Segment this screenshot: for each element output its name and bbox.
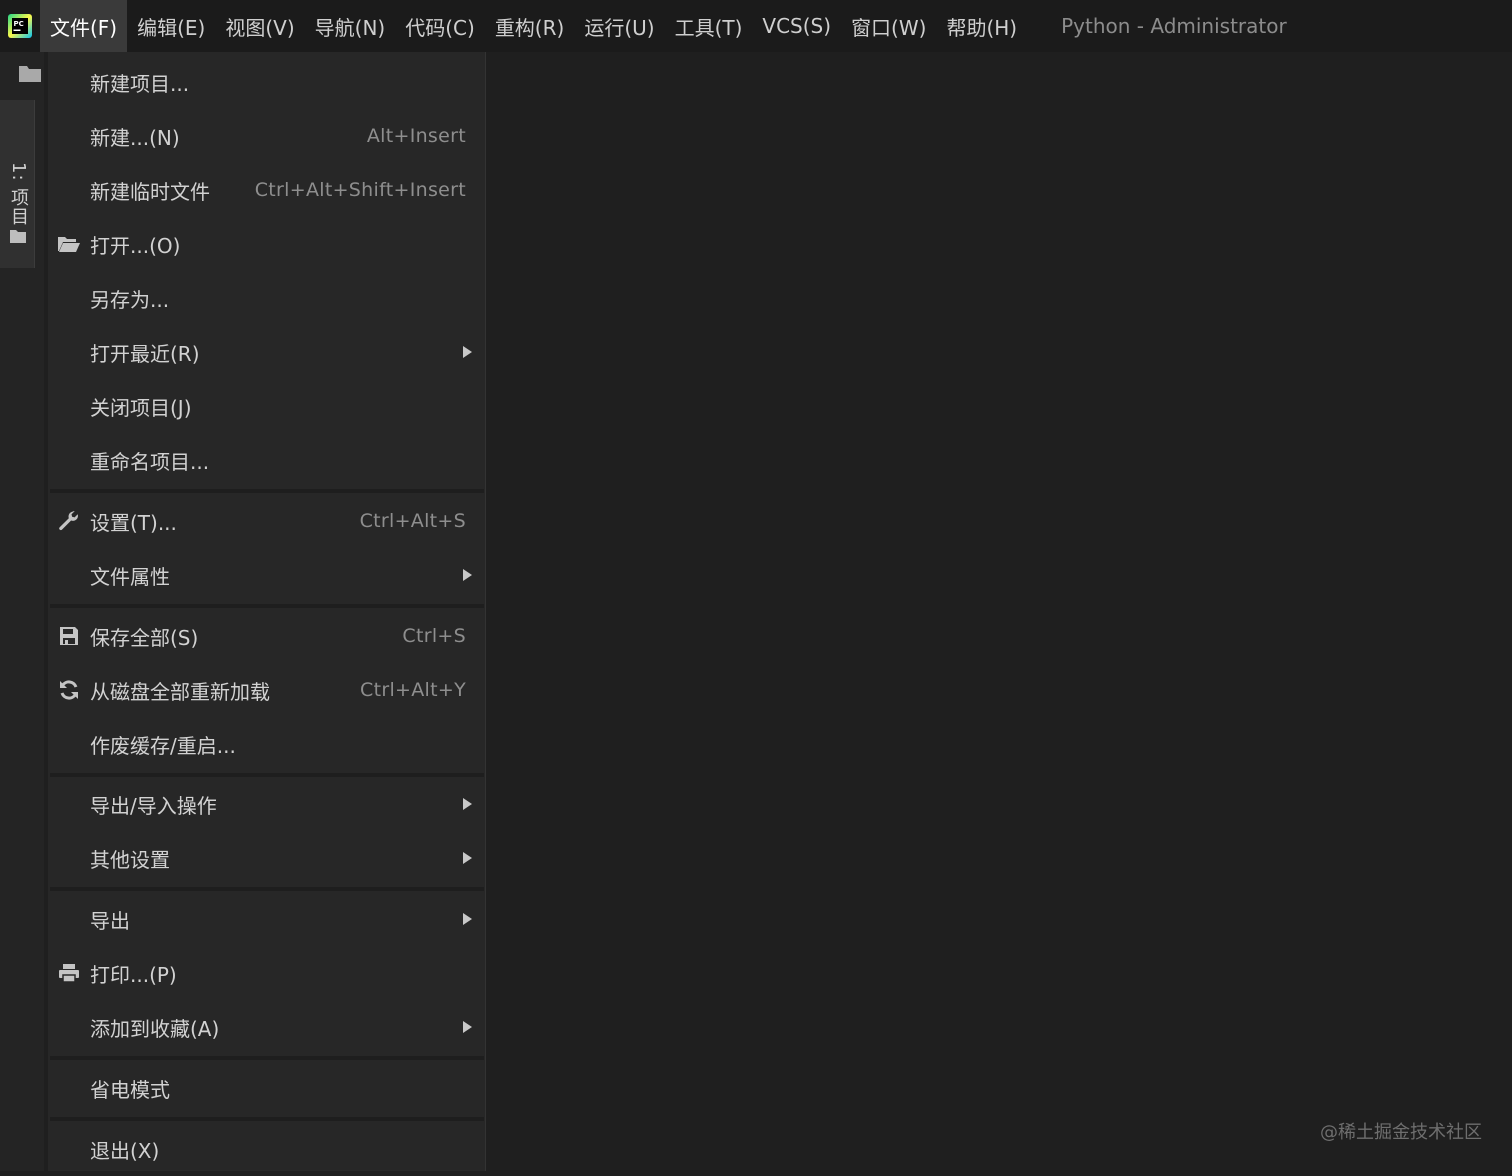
- menu-edit[interactable]: 编辑(E): [127, 0, 215, 52]
- window-title: Python - Administrator: [1061, 14, 1287, 38]
- submenu-arrow-icon: [463, 346, 472, 358]
- menu-item-label: 退出(X): [90, 1138, 160, 1163]
- menu-item-save-all[interactable]: 保存全部(S) Ctrl+S: [48, 609, 486, 663]
- menu-item-label: 导出/导入操作: [90, 793, 217, 818]
- menu-item-new[interactable]: 新建...(N) Alt+Insert: [48, 109, 486, 163]
- menu-run[interactable]: 运行(U): [574, 0, 664, 52]
- menu-item-rename-project[interactable]: 重命名项目...: [48, 433, 486, 487]
- folder-icon[interactable]: [18, 64, 42, 88]
- wrench-icon: [48, 510, 90, 532]
- menu-separator: [50, 604, 484, 608]
- shortcut-text: Ctrl+S: [402, 625, 466, 647]
- menu-item-label: 作废缓存/重启...: [90, 733, 236, 758]
- project-tab-label: 1: 项目: [8, 162, 29, 227]
- save-icon: [48, 626, 90, 646]
- menu-item-power-save-mode[interactable]: 省电模式: [48, 1061, 486, 1115]
- pycharm-logo-icon[interactable]: PC: [0, 0, 40, 52]
- folder-icon: [9, 228, 27, 248]
- menu-item-label: 省电模式: [90, 1077, 170, 1102]
- menu-file[interactable]: 文件(F): [40, 0, 128, 52]
- menu-item-label: 设置(T)...: [90, 510, 177, 535]
- menu-item-label: 其他设置: [90, 847, 170, 872]
- submenu-arrow-icon: [463, 852, 472, 864]
- watermark: @稀土掘金技术社区: [1320, 1122, 1482, 1143]
- menu-item-new-project[interactable]: 新建项目...: [48, 55, 486, 109]
- menu-item-save-as[interactable]: 另存为...: [48, 271, 486, 325]
- submenu-arrow-icon: [463, 1021, 472, 1033]
- shortcut-text: Ctrl+Alt+Shift+Insert: [254, 179, 466, 201]
- menu-item-invalidate-caches[interactable]: 作废缓存/重启...: [48, 717, 486, 771]
- menu-item-label: 新建项目...: [90, 71, 190, 96]
- left-tool-strip: 1: 项目: [0, 52, 44, 1171]
- menu-item-label: 打印...(P): [90, 962, 177, 987]
- menu-item-label: 从磁盘全部重新加载: [90, 679, 270, 704]
- menu-item-print[interactable]: 打印...(P): [48, 946, 486, 1000]
- menu-help[interactable]: 帮助(H): [936, 0, 1027, 52]
- menu-item-label: 重命名项目...: [90, 449, 210, 474]
- menu-item-export-import-actions[interactable]: 导出/导入操作: [48, 777, 486, 831]
- menu-item-label: 文件属性: [90, 564, 170, 589]
- menu-tools[interactable]: 工具(T): [665, 0, 753, 52]
- menu-item-label: 新建临时文件: [90, 179, 210, 204]
- menu-item-other-settings[interactable]: 其他设置: [48, 831, 486, 885]
- shortcut-text: Alt+Insert: [366, 125, 466, 147]
- menu-item-label: 新建...(N): [90, 125, 180, 150]
- menu-item-label: 打开...(O): [90, 233, 181, 258]
- menu-code[interactable]: 代码(C): [395, 0, 485, 52]
- menu-item-label: 关闭项目(J): [90, 395, 192, 420]
- menu-item-open[interactable]: 打开...(O): [48, 217, 486, 271]
- menu-item-open-recent[interactable]: 打开最近(R): [48, 325, 486, 379]
- menu-refactor[interactable]: 重构(R): [485, 0, 575, 52]
- menu-item-label: 保存全部(S): [90, 625, 199, 650]
- menu-window[interactable]: 窗口(W): [841, 0, 936, 52]
- menu-item-label: 导出: [90, 908, 130, 933]
- menu-vcs[interactable]: VCS(S): [752, 0, 841, 52]
- shortcut-text: Ctrl+Alt+S: [359, 510, 466, 532]
- menu-item-exit[interactable]: 退出(X): [48, 1122, 486, 1176]
- menu-view[interactable]: 视图(V): [215, 0, 304, 52]
- menu-item-add-to-favorites[interactable]: 添加到收藏(A): [48, 1000, 486, 1054]
- menubar: PC 文件(F) 编辑(E) 视图(V) 导航(N) 代码(C) 重构(R) 运…: [0, 0, 1512, 52]
- menu-item-close-project[interactable]: 关闭项目(J): [48, 379, 486, 433]
- menu-separator: [50, 1056, 484, 1060]
- reload-icon: [48, 679, 90, 701]
- menu-item-settings[interactable]: 设置(T)... Ctrl+Alt+S: [48, 494, 486, 548]
- shortcut-text: Ctrl+Alt+Y: [360, 679, 466, 701]
- menu-item-label: 添加到收藏(A): [90, 1016, 220, 1041]
- menu-separator: [50, 1117, 484, 1121]
- submenu-arrow-icon: [463, 913, 472, 925]
- folder-open-icon: [48, 235, 90, 253]
- menu-item-export[interactable]: 导出: [48, 892, 486, 946]
- menu-item-label: 另存为...: [90, 287, 170, 312]
- svg-text:PC: PC: [14, 20, 24, 28]
- menu-item-reload-from-disk[interactable]: 从磁盘全部重新加载 Ctrl+Alt+Y: [48, 663, 486, 717]
- submenu-arrow-icon: [463, 798, 472, 810]
- menu-item-label: 打开最近(R): [90, 341, 200, 366]
- menu-item-file-properties[interactable]: 文件属性: [48, 548, 486, 602]
- menu-item-new-scratch-file[interactable]: 新建临时文件 Ctrl+Alt+Shift+Insert: [48, 163, 486, 217]
- print-icon: [48, 963, 90, 983]
- menu-separator: [50, 489, 484, 493]
- project-tool-tab[interactable]: 1: 项目: [0, 100, 35, 268]
- menu-navigate[interactable]: 导航(N): [305, 0, 396, 52]
- menu-separator: [50, 887, 484, 891]
- submenu-arrow-icon: [463, 569, 472, 581]
- file-menu-dropdown: 新建项目... 新建...(N) Alt+Insert 新建临时文件 Ctrl+…: [48, 52, 486, 1171]
